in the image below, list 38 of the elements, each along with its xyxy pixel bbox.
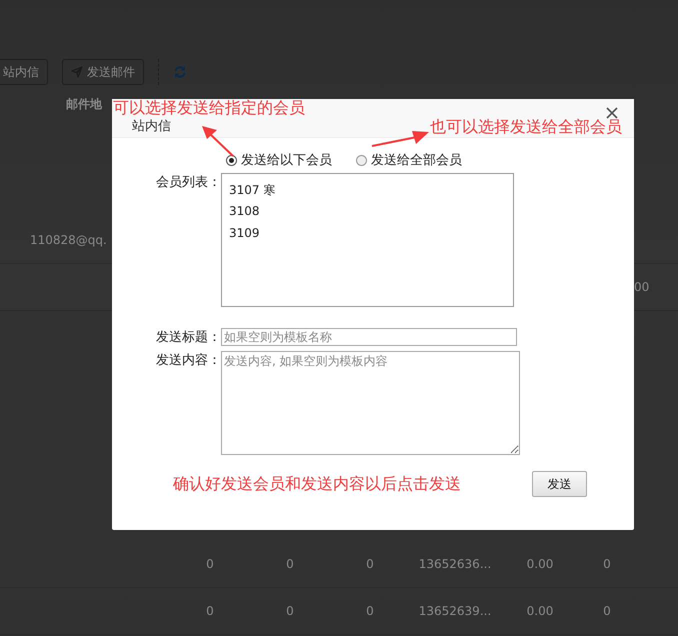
table-cell: 0 — [366, 557, 374, 571]
table-cell: 0 — [366, 604, 374, 618]
table-cell: 0.00 — [526, 557, 554, 571]
arrow — [202, 126, 234, 157]
table-cell: 0 — [603, 557, 611, 571]
column-header: 邮件地 — [66, 96, 102, 113]
send-email-button[interactable]: 发送邮件 — [62, 59, 144, 85]
radio-button[interactable] — [226, 154, 237, 166]
field-label: 会员列表： — [155, 174, 221, 191]
field-label: 发送内容： — [155, 352, 221, 369]
annotation-text: 也可以选择发送给全部会员 — [430, 118, 622, 136]
dialog-title: 站内信 — [132, 119, 171, 134]
toolbar-button[interactable]: 站内信 — [0, 59, 48, 85]
close-icon[interactable] — [606, 106, 618, 118]
table-cell: 0.00 — [526, 604, 554, 618]
annotation-text: 可以选择发送给指定的会员 — [113, 99, 305, 117]
table-cell: 13652639... — [418, 604, 492, 618]
radio-label[interactable]: 发送给全部会员 — [371, 151, 462, 169]
table-cell: 0 — [206, 604, 214, 618]
subject-field[interactable]: 如果空则为模板名称 — [221, 328, 517, 346]
field-label: 发送标题： — [155, 329, 221, 346]
table-cell: 0 — [286, 604, 294, 618]
member-item[interactable]: 3108 — [229, 204, 513, 222]
table-cell: 0 — [603, 604, 611, 618]
table-cell: 110828@qq. — [30, 233, 107, 247]
annotation-text: 确认好发送会员和发送内容以后点击发送 — [173, 474, 462, 494]
arrow — [372, 131, 429, 147]
member-list[interactable]: 3107 寒 3108 3109 — [221, 173, 514, 307]
content-field[interactable]: 发送内容, 如果空则为模板内容 — [221, 351, 520, 455]
member-item[interactable]: 3109 — [229, 226, 513, 244]
member-item[interactable]: 3107 寒 — [229, 182, 513, 200]
radio-button[interactable] — [356, 154, 367, 166]
table-cell: 0 — [206, 557, 214, 571]
table-cell: 00 — [634, 280, 650, 294]
send-button[interactable]: 发送 — [532, 471, 587, 497]
table-cell: 0 — [286, 557, 294, 571]
radio-label[interactable]: 发送给以下会员 — [241, 151, 332, 169]
table-cell: 13652636... — [418, 557, 492, 571]
